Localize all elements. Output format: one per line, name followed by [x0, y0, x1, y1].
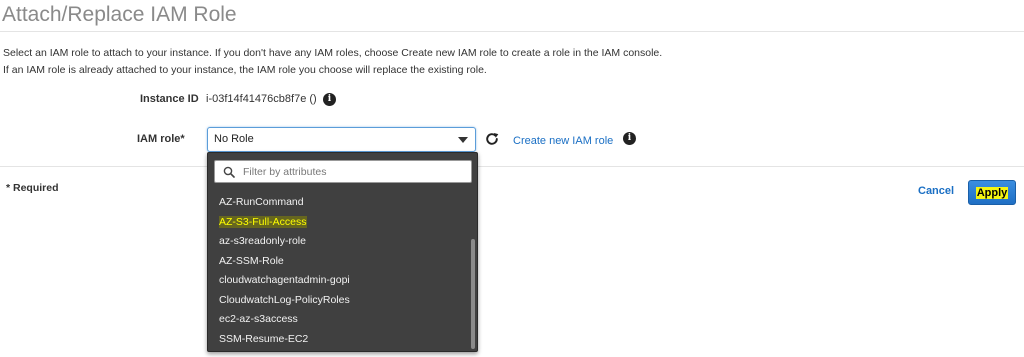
description-line-2: If an IAM role is already attached to yo… [3, 64, 487, 76]
instance-id-label: Instance ID [140, 93, 199, 105]
info-icon[interactable]: i [323, 93, 336, 106]
required-note: * Required [6, 182, 59, 194]
scrollbar-thumb[interactable] [471, 239, 475, 349]
instance-id-value: i-03f14f41476cb8f7e () [206, 93, 317, 105]
dropdown-option[interactable]: AZ-SSM-Role [208, 252, 470, 272]
dropdown-option[interactable]: AZ-RunCommand [208, 193, 470, 213]
iam-role-label: IAM role* [137, 133, 185, 145]
search-icon [223, 166, 235, 178]
filter-placeholder: Filter by attributes [243, 166, 327, 178]
dropdown-option[interactable]: az-s3readonly-role [208, 232, 470, 252]
refresh-icon[interactable] [485, 132, 499, 146]
info-icon[interactable]: i [623, 132, 636, 145]
form-divider [0, 166, 1024, 167]
option-list: AZ-RunCommand AZ-S3-Full-Access az-s3rea… [208, 193, 470, 349]
iam-role-dropdown[interactable]: Filter by attributes AZ-RunCommand AZ-S3… [207, 152, 478, 352]
title-divider [0, 31, 1024, 32]
filter-input[interactable]: Filter by attributes [214, 160, 472, 183]
iam-role-select-value: No Role [214, 133, 254, 145]
dropdown-option[interactable]: cloudwatchagentadmin-gopi [208, 271, 470, 291]
dropdown-option[interactable]: CloudwatchLog-PolicyRoles [208, 291, 470, 311]
iam-role-select[interactable]: No Role [207, 127, 476, 152]
dropdown-option-highlighted[interactable]: AZ-S3-Full-Access [208, 213, 470, 233]
dropdown-option[interactable]: SSM-Resume-EC2 [208, 330, 470, 350]
page-title: Attach/Replace IAM Role [2, 3, 237, 26]
create-new-iam-role-link[interactable]: Create new IAM role [513, 135, 613, 147]
apply-button[interactable]: Apply [968, 180, 1016, 205]
apply-button-label: Apply [975, 186, 1009, 199]
cancel-button[interactable]: Cancel [918, 185, 954, 197]
chevron-down-icon[interactable] [458, 137, 468, 143]
dropdown-option[interactable]: ec2-az-s3access [208, 310, 470, 330]
description-line-1: Select an IAM role to attach to your ins… [3, 47, 663, 59]
